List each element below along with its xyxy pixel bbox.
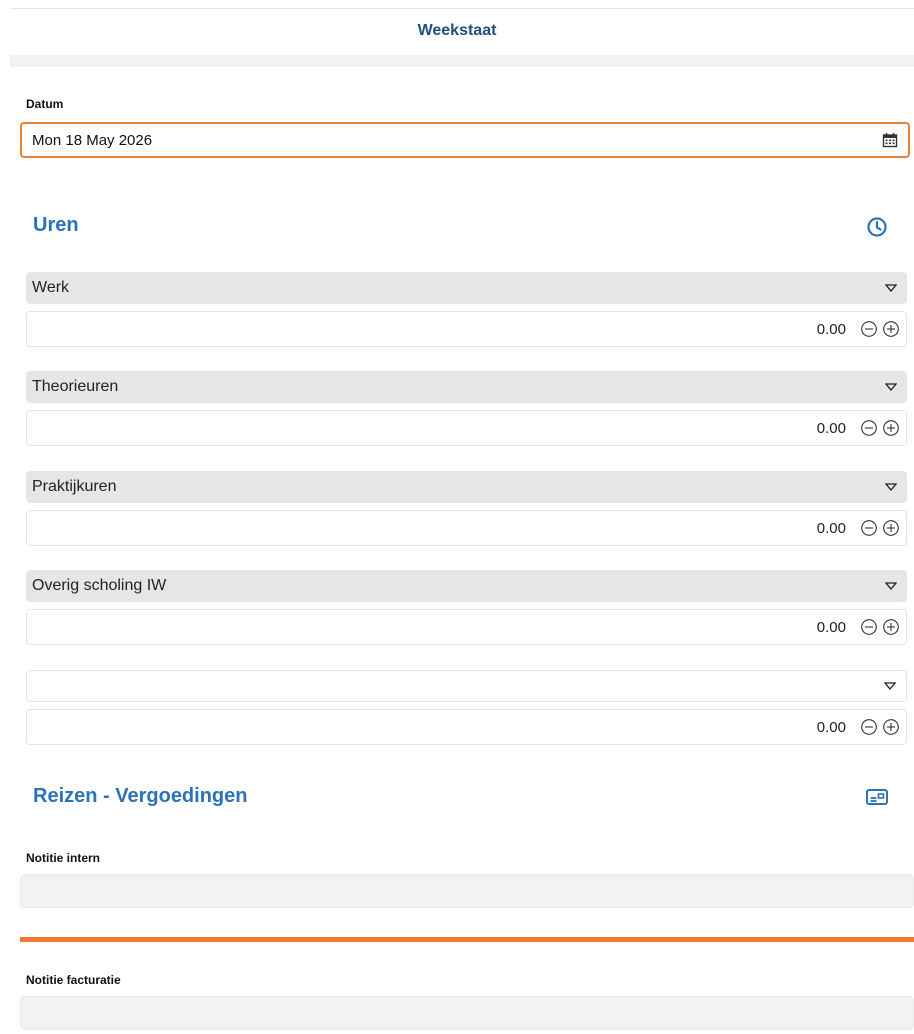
hours-stepper-praktijkuren[interactable]: 0.00 [26,510,907,546]
notitie-facturatie-label: Notitie facturatie [26,973,121,987]
top-divider [10,8,914,9]
category-label: Praktijkuren [32,478,117,495]
minus-circle-icon[interactable] [860,618,878,636]
datum-input[interactable]: Mon 18 May 2026 [20,122,910,158]
uren-title: Uren [33,214,79,236]
minus-circle-icon[interactable] [860,718,878,736]
hours-value: 0.00 [816,419,846,437]
minus-circle-icon[interactable] [860,320,878,338]
category-label: Werk [32,279,70,296]
plus-circle-icon[interactable] [882,718,900,736]
header-separator [10,55,914,67]
dropdown-arrow-icon [885,483,897,491]
dropdown-arrow-icon [885,582,897,590]
category-select-overig-scholing[interactable]: Overig scholing IW [26,570,907,602]
minus-circle-icon[interactable] [860,419,878,437]
hours-stepper-theorieuren[interactable]: 0.00 [26,410,907,446]
notitie-facturatie-field[interactable] [20,996,914,1030]
notitie-intern-label: Notitie intern [26,851,100,865]
category-select-empty[interactable] [26,670,907,702]
reizen-title: Reizen - Vergoedingen [33,785,248,807]
datum-value: Mon 18 May 2026 [32,131,153,149]
accent-divider [20,937,914,942]
plus-circle-icon[interactable] [882,519,900,537]
hours-value: 0.00 [816,718,846,736]
hours-value: 0.00 [816,519,846,537]
dropdown-arrow-icon [885,284,897,292]
dropdown-arrow-icon [885,383,897,391]
hours-value: 0.00 [816,618,846,636]
hours-value: 0.00 [816,320,846,338]
hours-stepper-werk[interactable]: 0.00 [26,311,907,347]
id-card-icon[interactable] [865,787,889,807]
hours-stepper-empty[interactable]: 0.00 [26,709,907,745]
category-select-werk[interactable]: Werk [26,272,907,304]
dropdown-arrow-icon [884,682,896,690]
category-select-theorieuren[interactable]: Theorieuren [26,371,907,403]
minus-circle-icon[interactable] [860,519,878,537]
page-title: Weekstaat [417,22,497,39]
plus-circle-icon[interactable] [882,320,900,338]
hours-stepper-overig-scholing[interactable]: 0.00 [26,609,907,645]
category-select-praktijkuren[interactable]: Praktijkuren [26,471,907,503]
clock-icon[interactable] [866,216,888,238]
calendar-icon[interactable] [882,132,898,148]
category-label: Theorieuren [32,378,119,395]
plus-circle-icon[interactable] [882,419,900,437]
datum-label: Datum [26,97,64,111]
category-label: Overig scholing IW [32,577,167,594]
notitie-intern-field[interactable] [20,874,914,908]
plus-circle-icon[interactable] [882,618,900,636]
